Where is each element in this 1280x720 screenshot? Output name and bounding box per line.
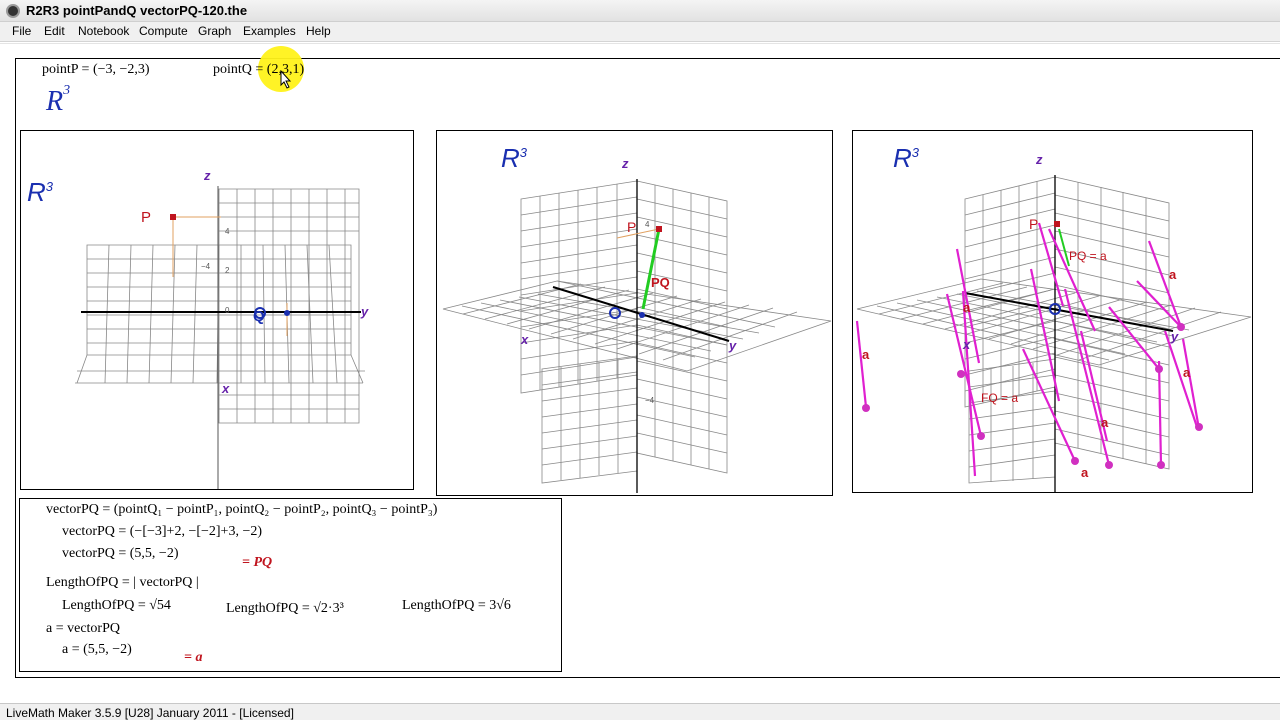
graph-3-point-P[interactable] [1054, 221, 1060, 227]
formula-length-definition[interactable]: LengthOfPQ = | vectorPQ | [46, 575, 199, 591]
graph-1-canvas[interactable]: P Q z y x 4 2 0 −4 R3 [21, 131, 414, 490]
graph-2-vector-head [639, 312, 645, 318]
graph-1-axis-x-label: x [221, 381, 230, 396]
formula-a-vector-label: = a [184, 650, 203, 665]
menu-compute[interactable]: Compute [139, 24, 188, 38]
pointP-definition[interactable]: pointP = (−3, −2,3) [42, 62, 150, 78]
window-title: R2R3 pointPandQ vectorPQ-120.the [26, 3, 248, 18]
graph-2-tick-m4: −4 [645, 396, 655, 405]
graph-panel-3[interactable]: P PQ = a FQ = a a a a a a a z y x R3 [852, 130, 1253, 493]
graph-2-p-guide [616, 228, 660, 239]
graph-3-label-a-3: a [1169, 267, 1177, 282]
menu-edit[interactable]: Edit [44, 24, 65, 38]
graph-2-label-PQ: PQ [651, 275, 670, 290]
graph-3-r3-label: R3 [893, 143, 920, 173]
graph-1-grid [75, 188, 365, 424]
graph-2-axis-y-label: y [728, 338, 737, 353]
graph-2-r3-label: R3 [501, 143, 528, 173]
formula-length-sqrt54[interactable]: LengthOfPQ = √54 [62, 598, 171, 614]
menu-examples[interactable]: Examples [243, 24, 296, 38]
formula-a-result[interactable]: a = (5,5, −2) [62, 642, 132, 658]
graph-3-label-a-6: a [1081, 465, 1089, 480]
graph-3-label-a-2: a [963, 300, 971, 315]
graph-3-axis-y-label: y [1170, 329, 1179, 344]
menu-notebook[interactable]: Notebook [78, 24, 129, 38]
graph-2-r3-letter: R [501, 143, 520, 173]
app-window: R2R3 pointPandQ vectorPQ-120.the File Ed… [0, 0, 1280, 720]
formula-a-definition[interactable]: a = vectorPQ [46, 621, 120, 637]
status-bar: LiveMath Maker 3.5.9 [U28] January 2011 … [0, 703, 1280, 720]
status-text: LiveMath Maker 3.5.9 [U28] January 2011 … [6, 706, 294, 720]
graph-2-axis-x-label: x [520, 332, 529, 347]
graph-1-axis-y-label: y [360, 304, 369, 319]
graph-1-tick-0: 0 [225, 306, 230, 315]
menu-graph[interactable]: Graph [198, 24, 231, 38]
graph-3-r3-letter: R [893, 143, 912, 173]
formula-vectorPQ-result[interactable]: vectorPQ = (5,5, −2) [62, 546, 179, 562]
formula-vectorPQ-substituted[interactable]: vectorPQ = (−[−3]+2, −[−2]+3, −2) [62, 524, 262, 540]
graph-2-vector-PQ [641, 228, 661, 310]
graph-1-tick-m4: −4 [201, 262, 211, 271]
graph-3-label-FQ-eq-a: FQ = a [981, 391, 1018, 405]
graph-3-label-PQ-eq-a: PQ = a [1069, 249, 1107, 263]
graph-1-r3-letter: R [27, 177, 46, 207]
graph-3-axis-x-label: x [962, 337, 971, 352]
graph-3-r3-exponent: 3 [912, 145, 920, 160]
graph-2-label-P: P [627, 219, 636, 235]
graph-3-label-a-5: a [1101, 415, 1109, 430]
formula-panel[interactable]: vectorPQ = (pointQ₁ − pointP₁, pointQ₂ −… [19, 498, 562, 672]
graph-1-tick-2: 2 [225, 266, 230, 275]
r3-exponent: 3 [63, 82, 71, 98]
graph-2-point-P[interactable] [656, 226, 662, 232]
graph-3-vector-heads [862, 323, 1203, 469]
graph-panel-1[interactable]: P Q z y x 4 2 0 −4 R3 [20, 130, 414, 490]
menu-file[interactable]: File [12, 24, 31, 38]
graph-1-vector-head [284, 310, 290, 316]
graph-1-point-P[interactable] [170, 214, 176, 220]
graph-3-label-a-1: a [862, 347, 870, 362]
graph-1-label-P: P [141, 209, 151, 226]
title-bar[interactable]: R2R3 pointPandQ vectorPQ-120.the [0, 0, 1280, 22]
graph-3-label-a-4: a [1183, 365, 1191, 380]
graph-3-canvas[interactable]: P PQ = a FQ = a a a a a a a z y x R3 [853, 131, 1253, 493]
graph-3-label-P: P [1029, 216, 1038, 232]
mouse-cursor-icon [280, 70, 292, 89]
graph-2-tick-4: 4 [645, 220, 650, 229]
graph-2-r3-exponent: 3 [520, 145, 528, 160]
graph-panel-2[interactable]: P PQ z y x 4 −4 R3 [436, 130, 833, 496]
menu-bar: File Edit Notebook Compute Graph Example… [0, 22, 1280, 42]
formula-PQ-vector-label: = PQ [242, 555, 273, 570]
formula-length-simplified[interactable]: LengthOfPQ = 3√6 [402, 598, 511, 614]
formula-length-factored[interactable]: LengthOfPQ = √2·3³ [226, 601, 344, 617]
r3-label-main: R3 [46, 82, 71, 118]
graph-1-r3-exponent: 3 [46, 179, 54, 194]
graph-1-axis-z-label: z [203, 168, 211, 183]
graph-3-axis-z-label: z [1035, 152, 1043, 167]
app-icon[interactable] [6, 4, 20, 18]
graph-1-tick-4: 4 [225, 227, 230, 236]
graph-1-r3-label: R3 [27, 177, 54, 207]
graph-2-axis-z-label: z [621, 156, 629, 171]
graph-2-canvas[interactable]: P PQ z y x 4 −4 R3 [437, 131, 833, 496]
menu-help[interactable]: Help [306, 24, 331, 38]
graph-1-label-Q: Q [253, 308, 265, 325]
formula-vectorPQ-definition[interactable]: vectorPQ = (pointQ₁ − pointP₁, pointQ₂ −… [46, 502, 437, 518]
r3-letter: R [46, 86, 64, 117]
